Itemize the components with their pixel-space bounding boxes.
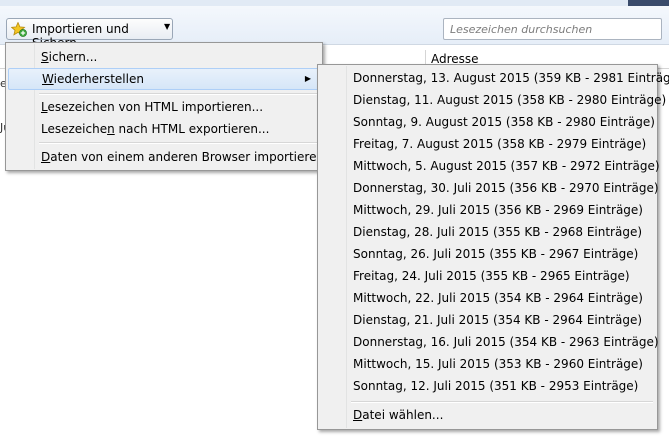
import-backup-button[interactable]: Importieren und Sichern ▼ [6, 18, 173, 50]
backup-item[interactable]: Mittwoch, 15. Juli 2015 (353 KB - 2960 E… [320, 353, 654, 375]
import-backup-menu: Sichern... Wiederherstellen ▶ Lesezeiche… [5, 42, 336, 171]
menu-separator [351, 401, 653, 403]
window-top-stripe [0, 0, 669, 6]
search-placeholder: Lesezeichen durchsuchen [450, 23, 593, 36]
dropdown-caret-icon: ▼ [164, 22, 171, 31]
menu-item-restore[interactable]: Wiederherstellen ▶ [8, 68, 320, 90]
backup-item[interactable]: Donnerstag, 30. Juli 2015 (356 KB - 2970… [320, 177, 659, 199]
restore-submenu: Donnerstag, 13. August 2015 (359 KB - 29… [317, 64, 669, 430]
backup-item[interactable]: Mittwoch, 22. Juli 2015 (354 KB - 2964 E… [320, 287, 654, 309]
backup-item[interactable]: Sonntag, 12. Juli 2015 (351 KB - 2953 Ei… [320, 375, 654, 397]
bookmark-search-input[interactable]: Lesezeichen durchsuchen [443, 18, 662, 40]
menu-separator [39, 93, 318, 95]
menu-item-choose-file[interactable]: Datei wählen... [320, 404, 654, 426]
choose-file-label: atei wählen... [362, 408, 444, 422]
menu-separator [39, 142, 318, 144]
toolbar: Importieren und Sichern ▼ Lesezeichen du… [0, 0, 669, 50]
menu-item-import-html[interactable]: Lesezeichen von HTML importieren... [8, 96, 320, 118]
submenu-arrow-icon: ▶ [304, 74, 311, 83]
menu-item-label: ichern... [48, 50, 98, 64]
backup-item[interactable]: Sonntag, 9. August 2015 (358 KB - 2980 E… [320, 111, 655, 133]
backup-item[interactable]: Dienstag, 28. Juli 2015 (355 KB - 2968 E… [320, 221, 654, 243]
backup-item[interactable]: Donnerstag, 13. August 2015 (359 KB - 29… [320, 67, 669, 89]
backup-item[interactable]: Sonntag, 26. Juli 2015 (355 KB - 2967 Ei… [320, 243, 654, 265]
backup-item[interactable]: Freitag, 24. Juli 2015 (355 KB - 2965 Ei… [320, 265, 654, 287]
backup-item[interactable]: Mittwoch, 5. August 2015 (357 KB - 2972 … [320, 155, 660, 177]
backup-item[interactable]: Dienstag, 21. Juli 2015 (354 KB - 2964 E… [320, 309, 654, 331]
menu-item-backup[interactable]: Sichern... [8, 46, 320, 68]
backup-item[interactable]: Dienstag, 11. August 2015 (358 KB - 2980… [320, 89, 666, 111]
backup-item[interactable]: Mittwoch, 29. Juli 2015 (356 KB - 2969 E… [320, 199, 654, 221]
menu-item-export-html[interactable]: Lesezeichen nach HTML exportieren... [8, 118, 320, 140]
backup-item[interactable]: Donnerstag, 16. Juli 2015 (354 KB - 2963… [320, 331, 659, 353]
menu-item-import-other-browser[interactable]: Daten von einem anderen Browser importie… [8, 146, 336, 168]
star-add-icon [11, 22, 27, 37]
backup-item[interactable]: Freitag, 7. August 2015 (358 KB - 2979 E… [320, 133, 654, 155]
